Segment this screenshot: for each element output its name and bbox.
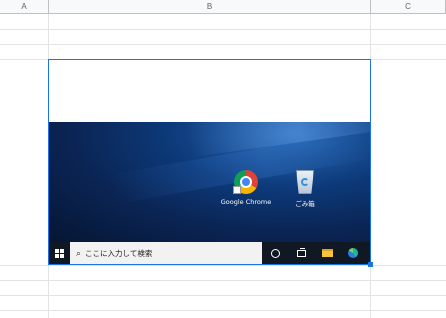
shortcut-arrow-icon: [233, 186, 241, 194]
column-header-c-label: C: [405, 2, 411, 11]
grid-line: [0, 29, 446, 30]
grid-line: [0, 295, 446, 296]
desktop-icon-label: ごみ箱: [295, 200, 315, 208]
column-header-a[interactable]: A: [0, 0, 49, 14]
search-placeholder: ここに入力して検索: [85, 248, 153, 258]
windows-logo-icon: [54, 248, 64, 258]
recycle-bin-icon: [296, 170, 314, 194]
column-header-c[interactable]: C: [371, 0, 446, 14]
column-header-a-label: A: [21, 2, 27, 11]
desktop-icon-label: Google Chrome: [220, 198, 272, 206]
column-header-b[interactable]: B: [49, 0, 371, 14]
file-explorer-icon: [321, 249, 333, 257]
taskbar-search-box[interactable]: ⌕ ここに入力して検索: [70, 242, 262, 264]
resize-handle[interactable]: [368, 262, 373, 267]
edge-button[interactable]: [340, 242, 366, 264]
grid-line: [0, 310, 446, 311]
embedded-screenshot-image[interactable]: Google Chrome ごみ箱 ⌕ ここに入力して検索: [48, 59, 371, 265]
grid-line: [0, 44, 446, 45]
search-icon: ⌕: [76, 247, 82, 258]
start-button[interactable]: [49, 242, 69, 264]
cortana-button[interactable]: [262, 242, 288, 264]
task-view-button[interactable]: [288, 242, 314, 264]
task-view-icon: [296, 247, 306, 257]
desktop-icon-recycle-bin[interactable]: ごみ箱: [277, 170, 333, 208]
chrome-icon: [233, 170, 258, 194]
grid-line: [0, 265, 446, 266]
windows-desktop: Google Chrome ごみ箱: [49, 122, 370, 242]
grid-line: [0, 280, 446, 281]
column-header-b-label: B: [206, 2, 213, 11]
taskbar: ⌕ ここに入力して検索: [49, 242, 370, 264]
cortana-icon: [270, 248, 280, 258]
edge-icon: [348, 248, 358, 258]
desktop-icon-chrome[interactable]: Google Chrome: [218, 170, 274, 206]
file-explorer-button[interactable]: [314, 242, 340, 264]
